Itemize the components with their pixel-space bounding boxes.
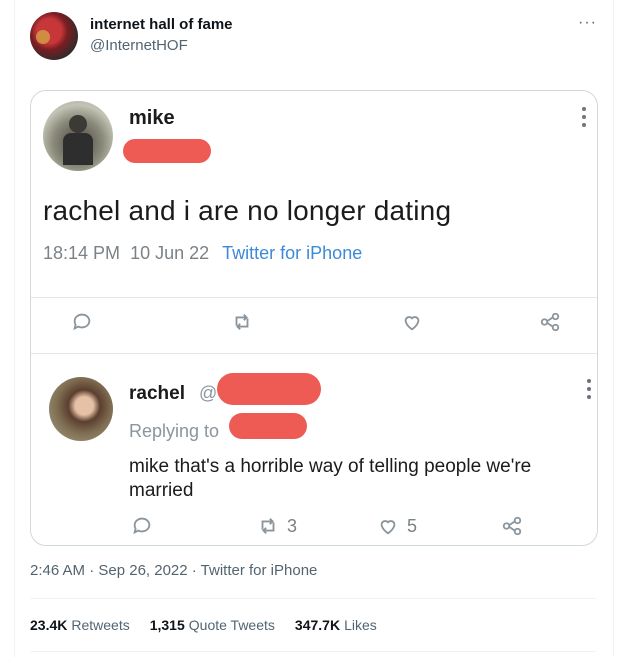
mike-tweet-meta: 18:14 PM 10 Jun 22 Twitter for iPhone — [43, 243, 363, 263]
avatar[interactable] — [30, 12, 78, 60]
redaction-mark — [217, 373, 321, 405]
divider — [30, 598, 596, 599]
user-handle[interactable]: @InternetHOF — [90, 37, 188, 54]
replying-to-label: Replying to — [129, 421, 220, 441]
mike-tweet-text: rachel and i are no longer dating — [43, 195, 452, 226]
rachel-tweet-text: mike that's a horrible way of telling pe… — [129, 456, 532, 501]
more-horizontal-icon[interactable]: ··· — [578, 14, 597, 32]
heart-icon — [401, 311, 423, 333]
share-icon — [501, 515, 523, 537]
share-icon — [539, 311, 561, 333]
redaction-mark — [123, 139, 211, 163]
rachel-handle-prefix: @ — [199, 383, 218, 403]
redaction-mark — [229, 413, 307, 439]
rachel-avatar — [49, 377, 113, 441]
reply-icon — [131, 515, 153, 537]
mike-name: mike — [129, 107, 175, 129]
retweets-stat[interactable]: 23.4K Retweets — [30, 617, 130, 633]
display-name[interactable]: internet hall of fame — [90, 16, 233, 33]
tweet-timestamp[interactable]: 2:46 AM · Sep 26, 2022 · Twitter for iPh… — [30, 562, 317, 579]
engagement-stats: 23.4K Retweets 1,315 Quote Tweets 347.7K Li… — [30, 617, 377, 633]
divider — [30, 651, 596, 652]
more-vertical-icon — [587, 379, 591, 403]
rachel-name: rachel — [129, 383, 185, 404]
more-vertical-icon — [582, 107, 586, 131]
divider — [31, 297, 597, 298]
retweet-icon — [231, 311, 253, 333]
retweet-icon — [261, 518, 275, 534]
heart-icon — [380, 520, 396, 535]
reply-icon — [71, 311, 93, 333]
likes-stat[interactable]: 347.7K Likes — [295, 617, 377, 633]
quote-tweets-stat[interactable]: 1,315 Quote Tweets — [150, 617, 275, 633]
mike-avatar — [43, 101, 113, 171]
retweet-count: 3 — [257, 515, 297, 537]
like-count: 5 — [377, 515, 417, 537]
embedded-screenshot[interactable]: mike rachel and i are no longer dating 1… — [30, 90, 598, 546]
divider — [31, 353, 597, 354]
